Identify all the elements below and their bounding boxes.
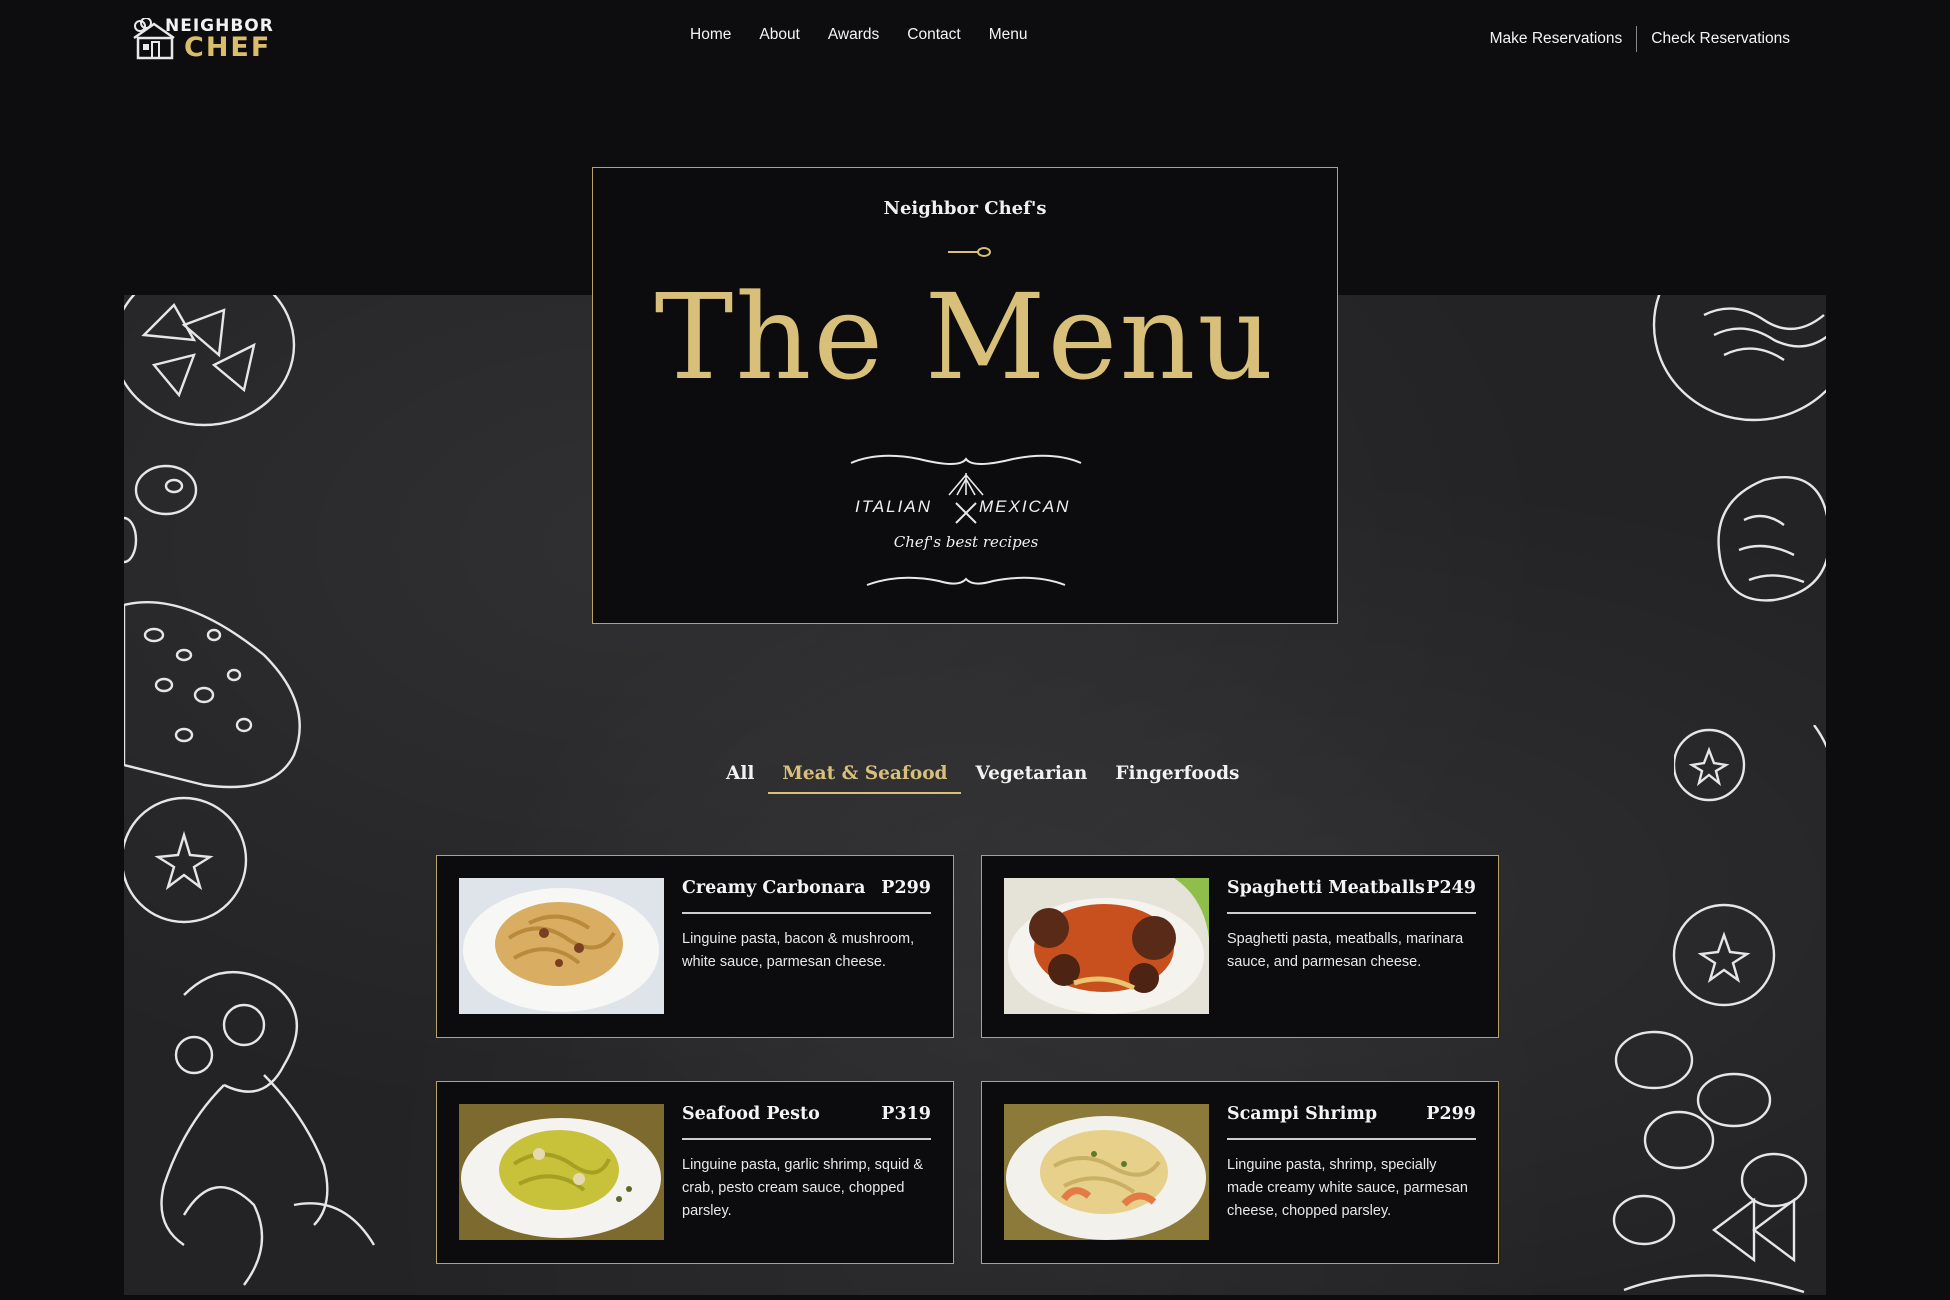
divider <box>682 1138 931 1140</box>
hero-kicker: Neighbor Chef's <box>883 198 1047 219</box>
nav-awards[interactable]: Awards <box>828 26 879 44</box>
olives-pasta-doodle-icon <box>1612 1030 1808 1294</box>
nav-home[interactable]: Home <box>690 26 731 44</box>
site-header: NEIGHBOR CHEF Home About Awards Contact … <box>0 0 1950 80</box>
menu-title-panel: Neighbor Chef's The Menu ITALIAN MEXICAN… <box>592 167 1338 624</box>
dish-name: Scampi Shrimp <box>1227 1104 1378 1124</box>
olives-doodle-icon <box>124 464 198 564</box>
menu-card[interactable]: Scampi Shrimp P299 Linguine pasta, shrim… <box>981 1081 1499 1264</box>
main-nav: Home About Awards Contact Menu <box>690 26 1027 44</box>
divider <box>1227 1138 1476 1140</box>
tab-fingerfoods[interactable]: Fingerfoods <box>1101 763 1253 794</box>
divider <box>1636 26 1638 52</box>
dish-price: P299 <box>1426 1104 1476 1124</box>
tomato-doodle-icon <box>124 796 248 924</box>
nav-contact[interactable]: Contact <box>907 26 960 44</box>
dish-name: Seafood Pesto <box>682 1104 820 1124</box>
menu-card[interactable]: Creamy Carbonara P299 Linguine pasta, ba… <box>436 855 954 1038</box>
flourish-ornament-icon <box>850 454 1082 586</box>
tomato-pair-doodle-icon <box>1674 725 1826 802</box>
divider <box>1227 912 1476 914</box>
dish-price: P249 <box>1426 878 1476 898</box>
tagline: Chef's best recipes <box>893 533 1039 551</box>
category-tabs: All Meat & Seafood Vegetarian Fingerfood… <box>712 763 1253 794</box>
dish-description: Linguine pasta, bacon & mushroom, white … <box>682 931 915 970</box>
dish-photo <box>1004 878 1209 1014</box>
cheese-doodle-icon <box>124 601 301 789</box>
make-reservations-link[interactable]: Make Reservations <box>1490 30 1623 48</box>
dish-description: Linguine pasta, garlic shrimp, squid & c… <box>682 1157 923 1219</box>
spaghetti-bowl-doodle-icon <box>1652 295 1826 422</box>
cuisine-left-label: ITALIAN <box>855 497 932 516</box>
cuisine-right-label: MEXICAN <box>979 497 1071 516</box>
brand-name-bottom: CHEF <box>184 32 272 63</box>
dish-photo <box>1004 1104 1209 1240</box>
octopus-doodle-icon <box>160 970 376 1286</box>
nav-menu[interactable]: Menu <box>989 26 1028 44</box>
menu-card[interactable]: Seafood Pesto P319 Linguine pasta, garli… <box>436 1081 954 1264</box>
divider <box>682 912 931 914</box>
squid-doodle-icon <box>1717 475 1826 602</box>
cuisine-emblem: ITALIAN MEXICAN Chef's best recipes <box>849 451 1083 591</box>
dish-description: Linguine pasta, shrimp, specially made c… <box>1227 1157 1468 1219</box>
tab-vegetarian[interactable]: Vegetarian <box>961 763 1101 794</box>
menu-title: The Menu <box>654 268 1276 406</box>
dish-photo <box>459 878 664 1014</box>
reservation-links: Make Reservations Check Reservations <box>1490 26 1790 52</box>
check-reservations-link[interactable]: Check Reservations <box>1651 30 1790 48</box>
dish-description: Spaghetti pasta, meatballs, marinara sau… <box>1227 931 1464 970</box>
tab-all[interactable]: All <box>712 763 768 794</box>
dish-name: Spaghetti Meatballs <box>1227 878 1425 898</box>
basil-bowl-doodle-icon <box>124 295 296 427</box>
menu-card[interactable]: Spaghetti Meatballs P249 Spaghetti pasta… <box>981 855 1499 1038</box>
dish-photo <box>459 1104 664 1240</box>
dish-price: P299 <box>881 878 931 898</box>
nav-about[interactable]: About <box>759 26 800 44</box>
dish-price: P319 <box>881 1104 931 1124</box>
spoon-divider-icon <box>948 247 991 257</box>
dish-name: Creamy Carbonara <box>682 878 866 898</box>
brand-logo[interactable]: NEIGHBOR CHEF <box>130 14 273 64</box>
tomato-doodle-icon <box>1672 903 1776 1007</box>
tab-meat-seafood[interactable]: Meat & Seafood <box>768 763 962 794</box>
